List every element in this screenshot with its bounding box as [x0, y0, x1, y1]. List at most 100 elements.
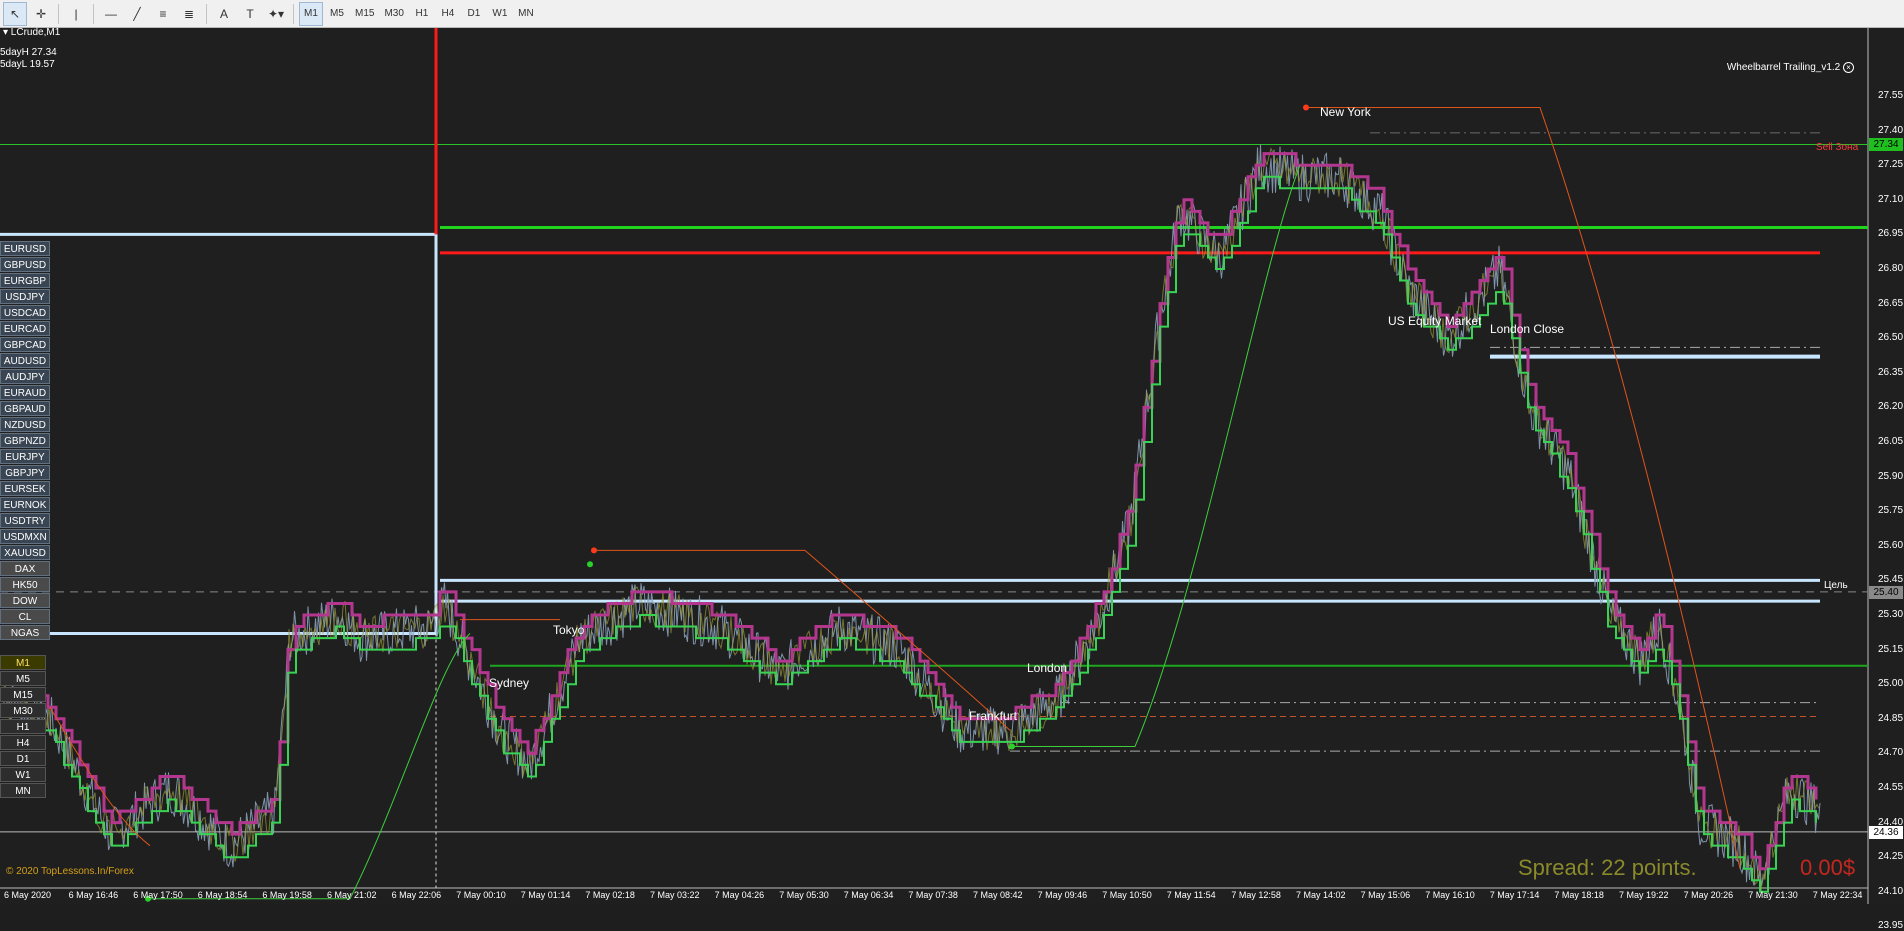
timeframe-switcher-panel: M1 M5 M15 M30 H1 H4 D1 W1 MN: [0, 655, 50, 799]
time-tick-label: 6 May 17:50: [133, 890, 183, 900]
profit-text: 0.00$: [1800, 855, 1856, 880]
symbol-button-eurusd[interactable]: EURUSD: [0, 241, 50, 256]
text-label-icon[interactable]: T: [238, 2, 262, 26]
symbol-button-gbpjpy[interactable]: GBPJPY: [0, 465, 50, 480]
time-tick-label: 7 May 02:18: [585, 890, 635, 900]
symbol-button-gbpaud[interactable]: GBPAUD: [0, 401, 50, 416]
timeframe-button-w1[interactable]: W1: [488, 2, 512, 26]
chart-canvas[interactable]: [0, 28, 1904, 904]
session-label-london: London: [1027, 661, 1068, 675]
timeframe-button-d1[interactable]: D1: [462, 2, 486, 26]
timeframe-button-m30[interactable]: M30: [380, 2, 407, 26]
price-tick-label: 27.40: [1878, 124, 1904, 136]
time-tick-label: 7 May 22:34: [1812, 890, 1863, 900]
price-tick-label: 24.25: [1878, 851, 1904, 863]
symbol-button-dax[interactable]: DAX: [0, 561, 50, 576]
symbol-button-eurjpy[interactable]: EURJPY: [0, 449, 50, 464]
panel-timeframe-h1[interactable]: H1: [0, 719, 46, 734]
panel-timeframe-m15[interactable]: M15: [0, 687, 46, 702]
symbol-button-eurcad[interactable]: EURCAD: [0, 321, 50, 336]
symbol-button-usdmxn[interactable]: USDMXN: [0, 529, 50, 544]
indicator-name: Wheelbarrel Trailing_v1.2 ×: [1727, 62, 1854, 73]
chart-toolbar: ↖ ✛ | — ╱ ≡ ≣ A T ✦▾ M1 M5 M15 M30 H1 H4 D1 W1 MN: [0, 0, 1904, 28]
symbol-button-euraud[interactable]: EURAUD: [0, 385, 50, 400]
text-icon[interactable]: A: [212, 2, 236, 26]
copyright-text: © 2020 TopLessons.In/Forex: [6, 866, 134, 877]
spread-text: Spread: 22 points.: [1518, 855, 1697, 880]
time-tick-label: 7 May 16:10: [1425, 890, 1475, 900]
price-tick-label: 25.60: [1878, 539, 1904, 551]
symbol-button-gbpnzd[interactable]: GBPNZD: [0, 433, 50, 448]
price-tick-label: 25.90: [1878, 470, 1904, 482]
symbol-button-eurgbp[interactable]: EURGBP: [0, 273, 50, 288]
timeframe-button-m5[interactable]: M5: [325, 2, 349, 26]
time-tick-label: 6 May 21:02: [327, 890, 377, 900]
panel-timeframe-m5[interactable]: M5: [0, 671, 46, 686]
symbol-button-gbpusd[interactable]: GBPUSD: [0, 257, 50, 272]
timeframe-button-mn[interactable]: MN: [514, 2, 538, 26]
horizontal-line-icon[interactable]: —: [99, 2, 123, 26]
symbol-button-xauusd[interactable]: XAUUSD: [0, 545, 50, 560]
vertical-line-icon[interactable]: |: [64, 2, 88, 26]
panel-timeframe-h4[interactable]: H4: [0, 735, 46, 750]
time-tick-label: 7 May 17:14: [1489, 890, 1540, 900]
panel-timeframe-mn[interactable]: MN: [0, 783, 46, 798]
symbol-button-eurnok[interactable]: EURNOK: [0, 497, 50, 512]
timeframe-button-m1[interactable]: M1: [299, 1, 323, 26]
timeframe-button-h1[interactable]: H1: [410, 2, 434, 26]
time-tick-label: 7 May 21:30: [1748, 890, 1798, 900]
trendline-icon[interactable]: ╱: [125, 2, 149, 26]
symbol-button-audusd[interactable]: AUDUSD: [0, 353, 50, 368]
price-tick-label: 24.85: [1878, 712, 1904, 724]
time-tick-label: 7 May 03:22: [650, 890, 700, 900]
price-tick-label: 25.75: [1878, 505, 1904, 517]
time-tick-label: 7 May 19:22: [1619, 890, 1669, 900]
symbol-button-dow[interactable]: DOW: [0, 593, 50, 608]
symbol-button-usdcad[interactable]: USDCAD: [0, 305, 50, 320]
session-label-us-equity: US Equity Market: [1388, 314, 1482, 328]
channel-icon[interactable]: ≣: [177, 2, 201, 26]
symbol-button-hk50[interactable]: HK50: [0, 577, 50, 592]
price-tick-label: 25.15: [1878, 643, 1904, 655]
price-tick-label: 26.50: [1878, 332, 1904, 344]
signal-dot: [1009, 743, 1015, 750]
signal-dot: [587, 561, 593, 568]
crosshair-icon[interactable]: ✛: [29, 2, 53, 26]
five-day-high-label: 5dayH 27.34: [0, 47, 57, 58]
price-chart[interactable]: ▾ LCrude,M1 5dayH 27.34 5dayL 19.57 Whee…: [0, 27, 1904, 931]
timeframe-button-h4[interactable]: H4: [436, 2, 460, 26]
panel-timeframe-w1[interactable]: W1: [0, 767, 46, 782]
price-tick-label: 27.55: [1878, 90, 1904, 101]
symbol-button-usdtry[interactable]: USDTRY: [0, 513, 50, 528]
time-tick-label: 7 May 06:34: [843, 890, 894, 900]
price-tick-label: 24.10: [1878, 885, 1904, 897]
green-curve-left: [148, 633, 471, 900]
signal-dot: [591, 547, 597, 554]
shapes-icon[interactable]: ✦▾: [264, 2, 288, 26]
price-line-blue: [1, 144, 1821, 886]
symbol-button-nzdusd[interactable]: NZDUSD: [0, 417, 50, 432]
cursor-icon[interactable]: ↖: [3, 1, 27, 26]
time-tick-label: 7 May 20:26: [1683, 890, 1734, 900]
panel-timeframe-m30[interactable]: M30: [0, 703, 46, 718]
fibonacci-icon[interactable]: ≡: [151, 2, 175, 26]
close-indicator-icon[interactable]: ×: [1843, 62, 1854, 73]
symbol-button-usdjpy[interactable]: USDJPY: [0, 289, 50, 304]
time-tick-label: 6 May 18:54: [197, 890, 248, 900]
price-badge-current: 24.36: [1869, 825, 1903, 839]
time-tick-label: 7 May 01:14: [520, 890, 571, 900]
symbol-button-ngas[interactable]: NGAS: [0, 625, 50, 640]
price-tick-label: 27.25: [1878, 159, 1904, 171]
symbol-button-gbpcad[interactable]: GBPCAD: [0, 337, 50, 352]
panel-timeframe-m1[interactable]: M1: [0, 655, 46, 670]
symbol-button-eursek[interactable]: EURSEK: [0, 481, 50, 496]
price-tick-label: 25.00: [1878, 678, 1904, 690]
symbol-button-audjpy[interactable]: AUDJPY: [0, 369, 50, 384]
toolbar-separator: [206, 3, 207, 24]
panel-timeframe-d1[interactable]: D1: [0, 751, 46, 766]
symbol-button-cl[interactable]: CL: [0, 609, 50, 624]
timeframe-button-m15[interactable]: M15: [351, 2, 378, 26]
toolbar-separator: [93, 3, 94, 24]
time-tick-label: 7 May 09:46: [1037, 890, 1088, 900]
session-label-sydney: Sydney: [489, 676, 530, 690]
